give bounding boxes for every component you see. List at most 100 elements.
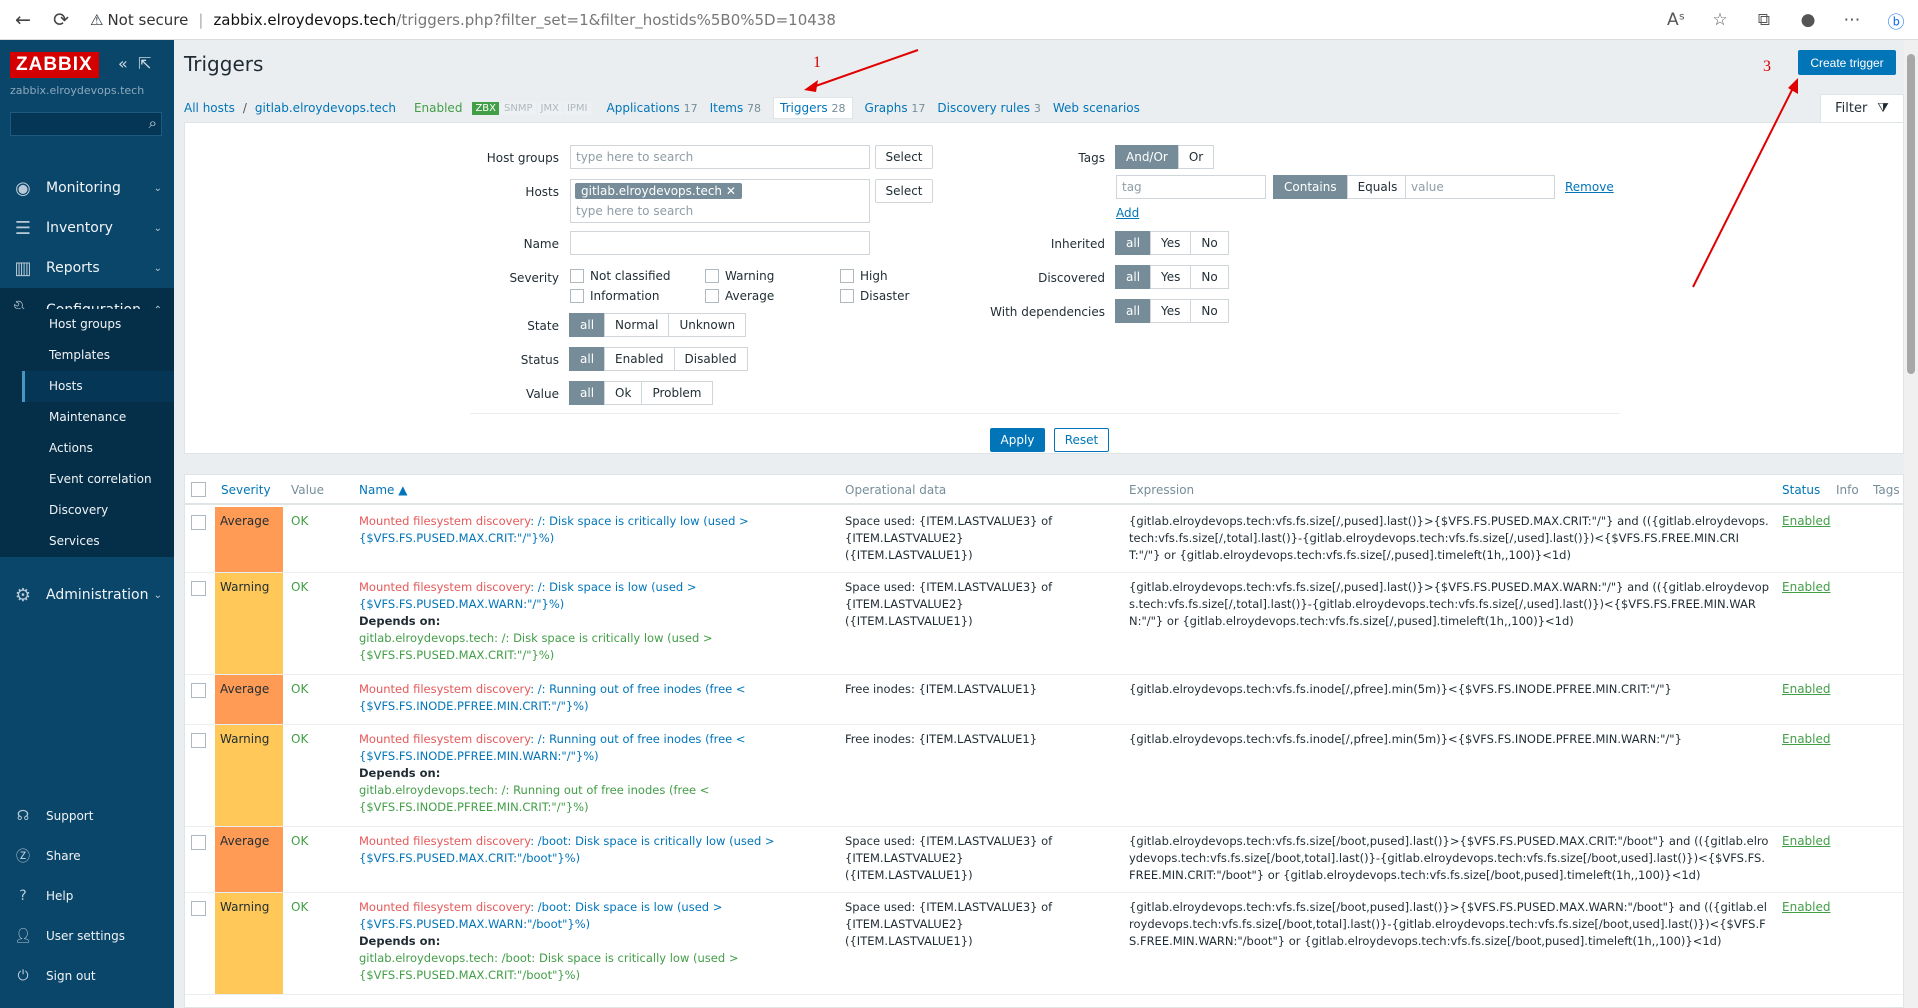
submenu-host-groups[interactable]: Host groups xyxy=(22,309,174,340)
tab-triggers[interactable]: Triggers 28 xyxy=(773,97,853,119)
menu-sign-out[interactable]: ⏻ Sign out xyxy=(0,956,174,996)
lld-rule-link[interactable]: Mounted filesystem discovery xyxy=(359,732,530,746)
submenu-actions[interactable]: Actions xyxy=(22,433,174,464)
discovered-all[interactable]: all xyxy=(1115,265,1152,289)
menu-reports[interactable]: ▥ Reports ⌄ xyxy=(0,248,174,288)
address-bar[interactable]: ⚠ Not secure | zabbix.elroydevops.tech/t… xyxy=(90,5,836,35)
name-input[interactable] xyxy=(570,231,870,255)
extensions-icon[interactable]: ⧉ xyxy=(1742,10,1786,30)
lld-rule-link[interactable]: Mounted filesystem discovery xyxy=(359,682,530,696)
reset-button[interactable]: Reset xyxy=(1054,428,1109,452)
header-status[interactable]: Status xyxy=(1782,483,1820,497)
status-toggle[interactable]: Enabled xyxy=(1782,899,1831,916)
tab-discovery-rules[interactable]: Discovery rules 3 xyxy=(937,101,1040,115)
severity-disaster[interactable]: Disaster xyxy=(840,289,909,303)
status-disabled[interactable]: Disabled xyxy=(673,347,748,371)
tags-or[interactable]: Or xyxy=(1177,145,1215,169)
reload-icon[interactable]: ⟳ xyxy=(46,5,76,35)
profile-icon[interactable]: ● xyxy=(1786,10,1830,30)
severity-high[interactable]: High xyxy=(840,269,888,283)
inherited-all[interactable]: all xyxy=(1115,231,1152,255)
severity-warning[interactable]: Warning xyxy=(705,269,774,283)
submenu-maintenance[interactable]: Maintenance xyxy=(22,402,174,433)
status-toggle[interactable]: Enabled xyxy=(1782,731,1831,748)
create-trigger-button[interactable]: Create trigger xyxy=(1798,50,1896,75)
apply-button[interactable]: Apply xyxy=(990,428,1045,452)
lld-rule-link[interactable]: Mounted filesystem discovery xyxy=(359,580,530,594)
row-checkbox[interactable] xyxy=(191,515,206,530)
tab-web-scenarios[interactable]: Web scenarios xyxy=(1053,101,1140,115)
value-ok[interactable]: Ok xyxy=(604,381,643,405)
row-checkbox[interactable] xyxy=(191,733,206,748)
row-checkbox[interactable] xyxy=(191,581,206,596)
favorite-star-icon[interactable]: ☆ xyxy=(1698,10,1742,30)
remove-chip-icon[interactable]: ✕ xyxy=(726,184,736,198)
submenu-services[interactable]: Services xyxy=(22,526,174,557)
discovered-no[interactable]: No xyxy=(1190,265,1229,289)
bing-icon[interactable]: ⓑ xyxy=(1874,8,1918,33)
status-all[interactable]: all xyxy=(569,347,606,371)
tag-add-link[interactable]: Add xyxy=(1116,206,1139,220)
header-severity[interactable]: Severity xyxy=(221,483,271,497)
menu-share[interactable]: Ⓩ Share xyxy=(0,836,174,876)
submenu-templates[interactable]: Templates xyxy=(22,340,174,371)
kiosk-icon[interactable]: ⇱ xyxy=(138,54,151,73)
select-all-checkbox[interactable] xyxy=(191,482,206,497)
submenu-discovery[interactable]: Discovery xyxy=(22,495,174,526)
dependencies-no[interactable]: No xyxy=(1190,299,1229,323)
inherited-yes[interactable]: Yes xyxy=(1150,231,1192,255)
lld-rule-link[interactable]: Mounted filesystem discovery xyxy=(359,514,530,528)
read-aloud-icon[interactable]: Aˢ xyxy=(1654,10,1698,30)
menu-administration[interactable]: ⚙ Administration ⌄ xyxy=(0,575,174,615)
lld-rule-link[interactable]: Mounted filesystem discovery xyxy=(359,834,530,848)
back-icon[interactable]: ← xyxy=(8,5,38,35)
status-toggle[interactable]: Enabled xyxy=(1782,833,1831,850)
dependencies-yes[interactable]: Yes xyxy=(1150,299,1192,323)
collapse-icon[interactable]: « xyxy=(118,54,128,73)
tag-op-contains[interactable]: Contains xyxy=(1273,175,1348,199)
status-enabled[interactable]: Enabled xyxy=(604,347,675,371)
tag-remove-link[interactable]: Remove xyxy=(1565,180,1614,194)
dependency-link[interactable]: gitlab.elroydevops.tech: /: Disk space i… xyxy=(359,631,713,662)
submenu-event-correlation[interactable]: Event correlation xyxy=(22,464,174,495)
header-name[interactable]: Name ▲ xyxy=(359,483,407,497)
state-normal[interactable]: Normal xyxy=(604,313,670,337)
page-scrollbar[interactable] xyxy=(1904,40,1918,1008)
status-toggle[interactable]: Enabled xyxy=(1782,513,1831,530)
menu-monitoring[interactable]: ◉ Monitoring ⌄ xyxy=(0,168,174,208)
menu-help[interactable]: ? Help xyxy=(0,876,174,916)
menu-support[interactable]: ☊ Support xyxy=(0,796,174,836)
more-icon[interactable]: ⋯ xyxy=(1830,10,1874,30)
scrollbar-thumb[interactable] xyxy=(1907,54,1915,374)
hosts-input[interactable]: gitlab.elroydevops.tech ✕ type here to s… xyxy=(570,179,870,223)
value-all[interactable]: all xyxy=(569,381,606,405)
state-all[interactable]: all xyxy=(569,313,606,337)
menu-inventory[interactable]: ☰ Inventory ⌄ xyxy=(0,208,174,248)
sidebar-search-input[interactable]: ⌕ xyxy=(10,112,162,136)
tag-value-input[interactable]: value xyxy=(1405,175,1555,199)
dependency-link[interactable]: gitlab.elroydevops.tech: /: Running out … xyxy=(359,783,709,814)
tab-items[interactable]: Items 78 xyxy=(710,101,761,115)
tag-op-equals[interactable]: Equals xyxy=(1346,175,1409,199)
zabbix-logo[interactable]: ZABBIX xyxy=(10,52,99,78)
dependencies-all[interactable]: all xyxy=(1115,299,1152,323)
tab-graphs[interactable]: Graphs 17 xyxy=(865,101,926,115)
status-toggle[interactable]: Enabled xyxy=(1782,681,1831,698)
submenu-hosts[interactable]: Hosts xyxy=(22,371,174,402)
search-icon[interactable]: ⌕ xyxy=(149,114,157,132)
dependency-link[interactable]: gitlab.elroydevops.tech: /boot: Disk spa… xyxy=(359,951,738,982)
inherited-no[interactable]: No xyxy=(1190,231,1229,255)
row-checkbox[interactable] xyxy=(191,835,206,850)
host-groups-input[interactable]: type here to search xyxy=(570,145,870,169)
breadcrumb-host[interactable]: gitlab.elroydevops.tech xyxy=(255,101,396,115)
severity-not-classified[interactable]: Not classified xyxy=(570,269,671,283)
host-groups-select-button[interactable]: Select xyxy=(875,145,933,169)
tab-applications[interactable]: Applications 17 xyxy=(607,101,698,115)
severity-average[interactable]: Average xyxy=(705,289,774,303)
hosts-select-button[interactable]: Select xyxy=(875,179,933,203)
row-checkbox[interactable] xyxy=(191,683,206,698)
status-toggle[interactable]: Enabled xyxy=(1782,579,1831,596)
severity-information[interactable]: Information xyxy=(570,289,659,303)
filter-tab[interactable]: Filter ⧩ xyxy=(1820,94,1904,122)
row-checkbox[interactable] xyxy=(191,901,206,916)
